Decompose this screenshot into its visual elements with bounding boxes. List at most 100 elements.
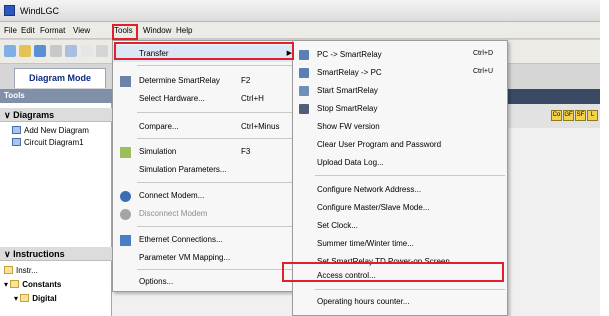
- circuit-diagram-item[interactable]: Circuit Diagram1: [12, 138, 84, 147]
- tools-menu-highlight-box: [112, 24, 138, 40]
- digital-item[interactable]: ▾ Digital: [14, 294, 57, 303]
- options-label: Options...: [139, 277, 174, 286]
- submenu-item-pc-to-smartrelay[interactable]: PC -> SmartRelay Ctrl+D: [293, 47, 507, 63]
- start-smartrelay-label: Start SmartRelay: [317, 86, 378, 95]
- modem-disconnect-icon: [120, 209, 131, 220]
- pc-to-smartrelay-shortcut: Ctrl+D: [473, 50, 494, 57]
- submenu-item-operating-hours-counter[interactable]: Operating hours counter...: [293, 294, 507, 310]
- download-icon: [299, 50, 309, 60]
- determine-shortcut: F2: [241, 76, 251, 85]
- menu-help[interactable]: Help: [176, 26, 192, 35]
- submenu-item-clear-user-program[interactable]: Clear User Program and Password: [293, 137, 507, 153]
- menu-separator: [137, 226, 295, 227]
- menu-view[interactable]: View: [73, 26, 90, 35]
- smartrelay-to-pc-label: SmartRelay -> PC: [317, 68, 382, 77]
- open-folder-icon[interactable]: [19, 45, 31, 57]
- menu-item-compare[interactable]: Compare... Ctrl+Minus: [113, 119, 297, 135]
- menu-item-simulation-parameters[interactable]: Simulation Parameters...: [113, 162, 297, 178]
- determine-icon: [120, 76, 131, 87]
- determine-label: Determine SmartRelay: [139, 76, 220, 85]
- modem-icon: [120, 191, 131, 202]
- submenu-item-configure-network-address[interactable]: Configure Network Address...: [293, 182, 507, 198]
- network-icon: [120, 235, 131, 246]
- folder-icon: [20, 294, 30, 302]
- submenu-item-smartrelay-to-pc[interactable]: SmartRelay -> PC Ctrl+U: [293, 65, 507, 81]
- menu-item-simulation[interactable]: Simulation F3: [113, 144, 297, 160]
- menu-item-disconnect-modem[interactable]: Disconnect Modem: [113, 206, 297, 222]
- folder-icon: [4, 266, 13, 274]
- title-bar: WindLGC: [0, 0, 600, 22]
- menu-item-options[interactable]: Options...: [113, 274, 297, 290]
- circuit-diagram-icon: [12, 138, 21, 146]
- page-margin: [600, 0, 609, 316]
- submenu-item-show-fw-version[interactable]: Show FW version: [293, 119, 507, 135]
- menu-item-determine-smartrelay[interactable]: Determine SmartRelay F2: [113, 73, 297, 89]
- instr-item[interactable]: Instr...: [4, 266, 38, 275]
- menu-item-ethernet-connections[interactable]: Ethernet Connections...: [113, 232, 297, 248]
- diagrams-section-label: Diagrams: [13, 110, 55, 120]
- instr-label: Instr...: [16, 266, 38, 275]
- menu-format[interactable]: Format: [40, 26, 65, 35]
- submenu-item-summer-winter-time[interactable]: Summer time/Winter time...: [293, 236, 507, 252]
- summer-winter-time-label: Summer time/Winter time...: [317, 239, 414, 248]
- menu-separator: [137, 182, 295, 183]
- tools-panel: ∨ Diagrams Add New Diagram Circuit Diagr…: [0, 103, 112, 316]
- submenu-item-stop-smartrelay[interactable]: Stop SmartRelay: [293, 101, 507, 117]
- diagrams-section-header[interactable]: ∨ Diagrams: [0, 108, 112, 122]
- add-diagram-icon: [12, 126, 21, 134]
- palette-sf-button[interactable]: SF: [575, 110, 586, 121]
- menu-separator: [137, 112, 295, 113]
- submenu-item-start-smartrelay[interactable]: Start SmartRelay: [293, 83, 507, 99]
- palette-gf-button[interactable]: GF: [563, 110, 574, 121]
- ethernet-connections-label: Ethernet Connections...: [139, 235, 223, 244]
- menu-separator: [137, 138, 295, 139]
- menu-edit[interactable]: Edit: [21, 26, 35, 35]
- select-hardware-shortcut: Ctrl+H: [241, 94, 264, 103]
- configure-master-slave-label: Configure Master/Slave Mode...: [317, 203, 430, 212]
- menu-item-connect-modem[interactable]: Connect Modem...: [113, 188, 297, 204]
- copy-icon[interactable]: [96, 45, 108, 57]
- folder-icon: [10, 280, 20, 288]
- menu-window[interactable]: Window: [143, 26, 171, 35]
- operating-hours-counter-label: Operating hours counter...: [317, 297, 410, 306]
- submenu-item-upload-data-log[interactable]: Upload Data Log...: [293, 155, 507, 171]
- print-icon[interactable]: [65, 45, 77, 57]
- add-new-diagram-label: Add New Diagram: [24, 126, 89, 135]
- chevron-down-icon: ∨: [4, 249, 14, 259]
- select-hardware-label: Select Hardware...: [139, 94, 205, 103]
- cut-icon[interactable]: [81, 45, 93, 57]
- compare-label: Compare...: [139, 122, 179, 131]
- simulation-label: Simulation: [139, 147, 177, 156]
- menu-item-parameter-vm-mapping[interactable]: Parameter VM Mapping...: [113, 250, 297, 266]
- add-new-diagram-item[interactable]: Add New Diagram: [12, 126, 89, 135]
- tab-diagram-mode[interactable]: Diagram Mode: [14, 68, 106, 88]
- app-window: WindLGC File Edit Format View Tools Wind…: [0, 0, 600, 316]
- upload-icon: [299, 68, 309, 78]
- tools-panel-header: Tools: [0, 89, 112, 103]
- compare-shortcut: Ctrl+Minus: [241, 122, 280, 131]
- instructions-section-header[interactable]: ∨ Instructions: [0, 247, 112, 261]
- save-icon[interactable]: [50, 45, 62, 57]
- menu-file[interactable]: File: [4, 26, 17, 35]
- palette-co-button[interactable]: Co: [551, 110, 562, 121]
- menu-item-select-hardware[interactable]: Select Hardware... Ctrl+H: [113, 91, 297, 107]
- palette-l-button[interactable]: L: [587, 110, 598, 121]
- new-file-icon[interactable]: [4, 45, 16, 57]
- stop-icon: [299, 104, 309, 114]
- show-fw-version-label: Show FW version: [317, 122, 380, 131]
- start-icon: [299, 86, 309, 96]
- instructions-section-label: Instructions: [13, 249, 65, 259]
- chevron-down-icon: ∨: [4, 110, 14, 120]
- app-logo-icon: [4, 5, 15, 16]
- simulation-parameters-label: Simulation Parameters...: [139, 165, 227, 174]
- submenu-item-set-clock[interactable]: Set Clock...: [293, 218, 507, 234]
- pc-to-smartrelay-label: PC -> SmartRelay: [317, 50, 382, 59]
- simulation-shortcut: F3: [241, 147, 251, 156]
- clear-user-program-label: Clear User Program and Password: [317, 140, 442, 149]
- set-clock-label: Set Clock...: [317, 221, 358, 230]
- open-icon[interactable]: [34, 45, 46, 57]
- submenu-item-configure-master-slave[interactable]: Configure Master/Slave Mode...: [293, 200, 507, 216]
- simulation-icon: [120, 147, 131, 158]
- constants-item[interactable]: ▾ Constants: [4, 280, 61, 289]
- upload-data-log-label: Upload Data Log...: [317, 158, 384, 167]
